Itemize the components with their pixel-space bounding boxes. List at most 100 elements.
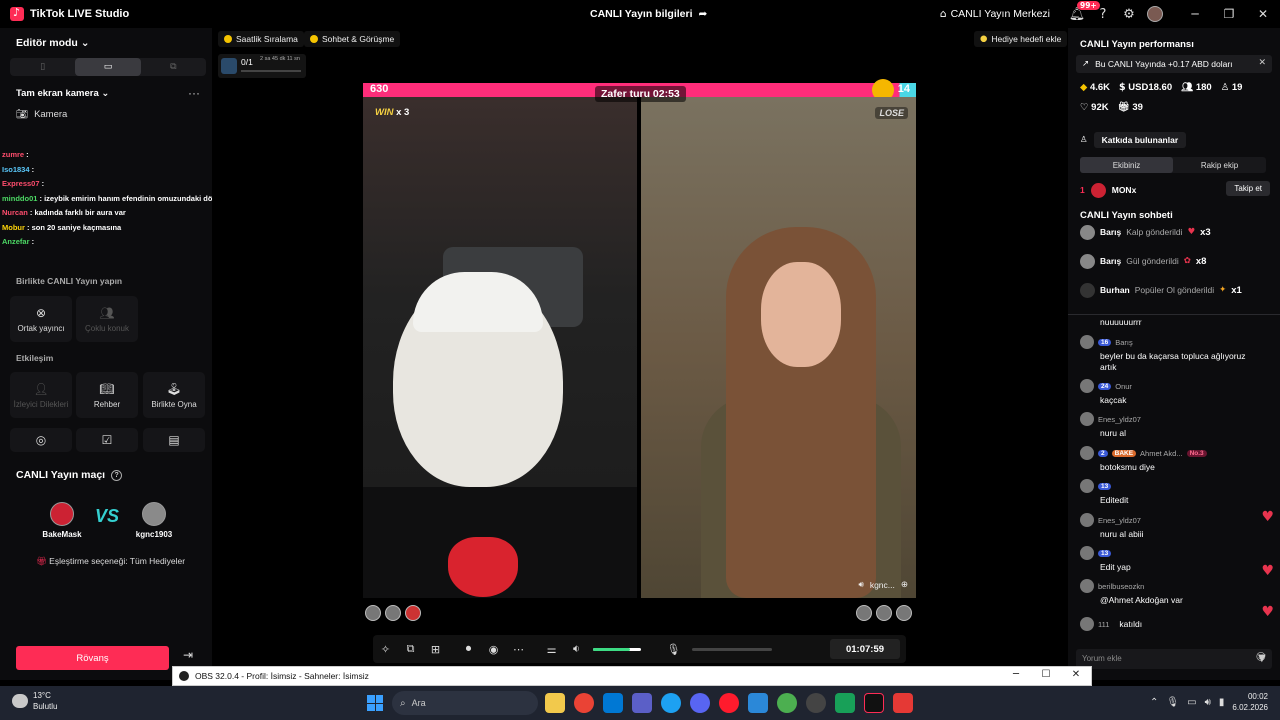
weather-widget[interactable]: 13°C Bulutlu <box>12 690 57 712</box>
minimize-button[interactable]: ─ <box>1178 0 1212 28</box>
tab-your-team[interactable]: Ekibiniz <box>1080 157 1173 173</box>
avatar <box>142 502 166 526</box>
avatar[interactable] <box>896 605 912 621</box>
chat-call-chip[interactable]: Sohbet & Görüşme <box>304 31 401 47</box>
volume-icon[interactable]: 🔉︎ <box>564 642 589 656</box>
clock[interactable]: 00:02 6.02.2026 <box>1232 691 1268 713</box>
tiktok-icon[interactable] <box>864 693 884 713</box>
effects-icon[interactable]: ◉ <box>481 643 506 656</box>
display-icon[interactable]: ▭ <box>1187 697 1196 708</box>
battery-icon[interactable]: ▮ <box>1219 697 1225 708</box>
play-together-button[interactable]: 🕹︎ Birlikte Oyna <box>143 372 205 418</box>
avatar[interactable] <box>385 605 401 621</box>
opponent-label[interactable]: 🔊︎ kgnc... ⊕ <box>858 580 908 590</box>
youtube-icon[interactable] <box>893 693 913 713</box>
add-gift-goal-button[interactable]: ● Hediye hedefi ekle <box>974 31 1068 47</box>
exit-match-icon[interactable]: ⇥ <box>177 648 199 668</box>
more-options-icon[interactable]: ··· <box>188 86 200 100</box>
rank-number: 1 <box>1080 185 1085 195</box>
microphone-icon[interactable]: 🎙︎ <box>1166 697 1179 708</box>
help-button[interactable]: ? <box>1090 0 1116 28</box>
gifters-stat: 🎁︎ 39 <box>1117 102 1143 113</box>
maximize-button[interactable]: ❐ <box>1212 0 1246 28</box>
mic-level[interactable] <box>692 647 772 651</box>
checklist-tool-button[interactable]: ☑ <box>76 428 138 452</box>
opponent-video: LOSE 🔊︎ kgnc... ⊕ <box>641 97 916 598</box>
source-dropdown[interactable]: Tam ekran kamera ⌄ <box>16 88 109 99</box>
more-icon[interactable]: ⋯ <box>506 643 531 656</box>
notifications-button[interactable]: 🔔︎ 99+ <box>1064 0 1100 28</box>
close-button[interactable]: ✕ <box>1061 669 1091 680</box>
task-widget[interactable]: 0/1 2 sa 45 dk 11 sn <box>218 54 306 78</box>
split-mode-icon[interactable]: ⧉ <box>141 58 206 76</box>
diamonds-stat: ◆ 4.6K <box>1080 82 1111 93</box>
box-tool-button[interactable]: ▤ <box>143 428 205 452</box>
guide-button[interactable]: 📖︎ Rehber <box>76 372 138 418</box>
match-option[interactable]: 🎁︎ Eşleştirme seçeneği: Tüm Hediyeler <box>36 556 185 567</box>
start-icon[interactable] <box>367 695 383 711</box>
hourly-ranking-label: Saatlik Sıralama <box>236 34 298 44</box>
file-explorer-icon[interactable] <box>545 693 565 713</box>
record-icon[interactable]: ⏺ <box>456 642 481 656</box>
maximize-button[interactable]: ☐ <box>1031 669 1061 680</box>
search-input[interactable]: ⌕ Ara <box>392 691 538 715</box>
store-icon[interactable] <box>603 693 623 713</box>
app-icon[interactable] <box>835 693 855 713</box>
editor-mode-dropdown[interactable]: Editör modu ⌄ <box>16 37 90 49</box>
magic-wand-icon[interactable]: ✧ <box>373 643 398 656</box>
teams-icon[interactable] <box>632 693 652 713</box>
likes-stat: ♡ 92K <box>1080 102 1109 113</box>
landscape-mode-icon[interactable]: ▭ <box>75 58 141 76</box>
live-info-button[interactable]: CANLI Yayın bilgileri ➦ <box>590 8 707 20</box>
obs-icon[interactable] <box>806 693 826 713</box>
close-button[interactable]: ✕ <box>1246 0 1280 28</box>
volume-icon[interactable]: 🔊︎ <box>1205 697 1211 708</box>
discord-icon[interactable] <box>690 693 710 713</box>
live-center-button[interactable]: ⌂ CANLI Yayın Merkezi <box>940 8 1050 20</box>
chrome-icon[interactable] <box>574 693 594 713</box>
avatar[interactable] <box>856 605 872 621</box>
filter-icon[interactable]: ▼ <box>1258 653 1266 664</box>
gift-event: Barış Kalp gönderildi ♥ x3 <box>1080 224 1211 240</box>
help-icon[interactable]: ? <box>111 469 123 481</box>
hourly-ranking-chip[interactable]: Saatlik Sıralama <box>218 31 304 47</box>
layout-icon[interactable]: ⊞ <box>423 643 448 656</box>
portrait-mode-icon[interactable]: ▯ <box>10 58 75 76</box>
avatar[interactable] <box>405 605 421 621</box>
task-count: 0/1 <box>241 57 253 67</box>
add-icon[interactable]: ⊕ <box>901 580 908 590</box>
chrome-profile-icon[interactable] <box>777 693 797 713</box>
tab-rival-team[interactable]: Rakip ekip <box>1173 157 1266 173</box>
opera-icon[interactable] <box>719 693 739 713</box>
microphone-icon[interactable]: 🎙︎ <box>661 643 686 656</box>
speaker-icon[interactable]: 🔊︎ <box>858 580 863 590</box>
volume-slider[interactable] <box>593 647 641 651</box>
user-add-icon[interactable]: ♙ <box>1080 135 1088 145</box>
chat-message: 16 Barış beyler bu da kaçarsa topluca ağl… <box>1080 335 1260 373</box>
link-icon: ⊗ <box>35 305 47 320</box>
rematch-button[interactable]: Rövanş <box>16 646 169 670</box>
avatar[interactable] <box>876 605 892 621</box>
avatar[interactable] <box>365 605 381 621</box>
mail-icon[interactable] <box>748 693 768 713</box>
profile-button[interactable] <box>1142 0 1168 28</box>
viewer-requests-button[interactable]: 👤︎ İzleyici Dilekleri <box>10 372 72 418</box>
contributors-button[interactable]: Katkıda bulunanlar <box>1093 132 1187 148</box>
comment-input[interactable]: Yorum ekle ☺ <box>1076 649 1272 669</box>
minimize-button[interactable]: ─ <box>1001 669 1031 680</box>
avatar <box>50 502 74 526</box>
multi-guest-button[interactable]: 👥︎ Çoklu konuk <box>76 296 138 342</box>
camera-source[interactable]: 📷︎ Kamera <box>16 109 67 120</box>
edge-icon[interactable] <box>661 693 681 713</box>
target-tool-button[interactable]: ◎ <box>10 428 72 452</box>
close-icon[interactable]: ✕ <box>1258 58 1266 68</box>
cohost-button[interactable]: ⊗ Ortak yayıncı <box>10 296 72 342</box>
search-icon: ⌕ <box>400 697 406 709</box>
copy-scene-icon[interactable]: ⧉ <box>398 642 423 656</box>
settings-button[interactable]: ⚙ <box>1116 0 1142 28</box>
obs-window-bar[interactable]: OBS 32.0.4 - Profil: İsimsiz - Sahneler:… <box>172 666 1092 686</box>
mixer-icon[interactable]: ⚌ <box>539 643 564 656</box>
chevron-up-icon[interactable]: ⌃ <box>1150 697 1158 708</box>
center-area: Saatlik Sıralama Sohbet & Görüşme ● Hediy… <box>212 28 1068 680</box>
follow-button[interactable]: Takip et <box>1226 181 1270 196</box>
